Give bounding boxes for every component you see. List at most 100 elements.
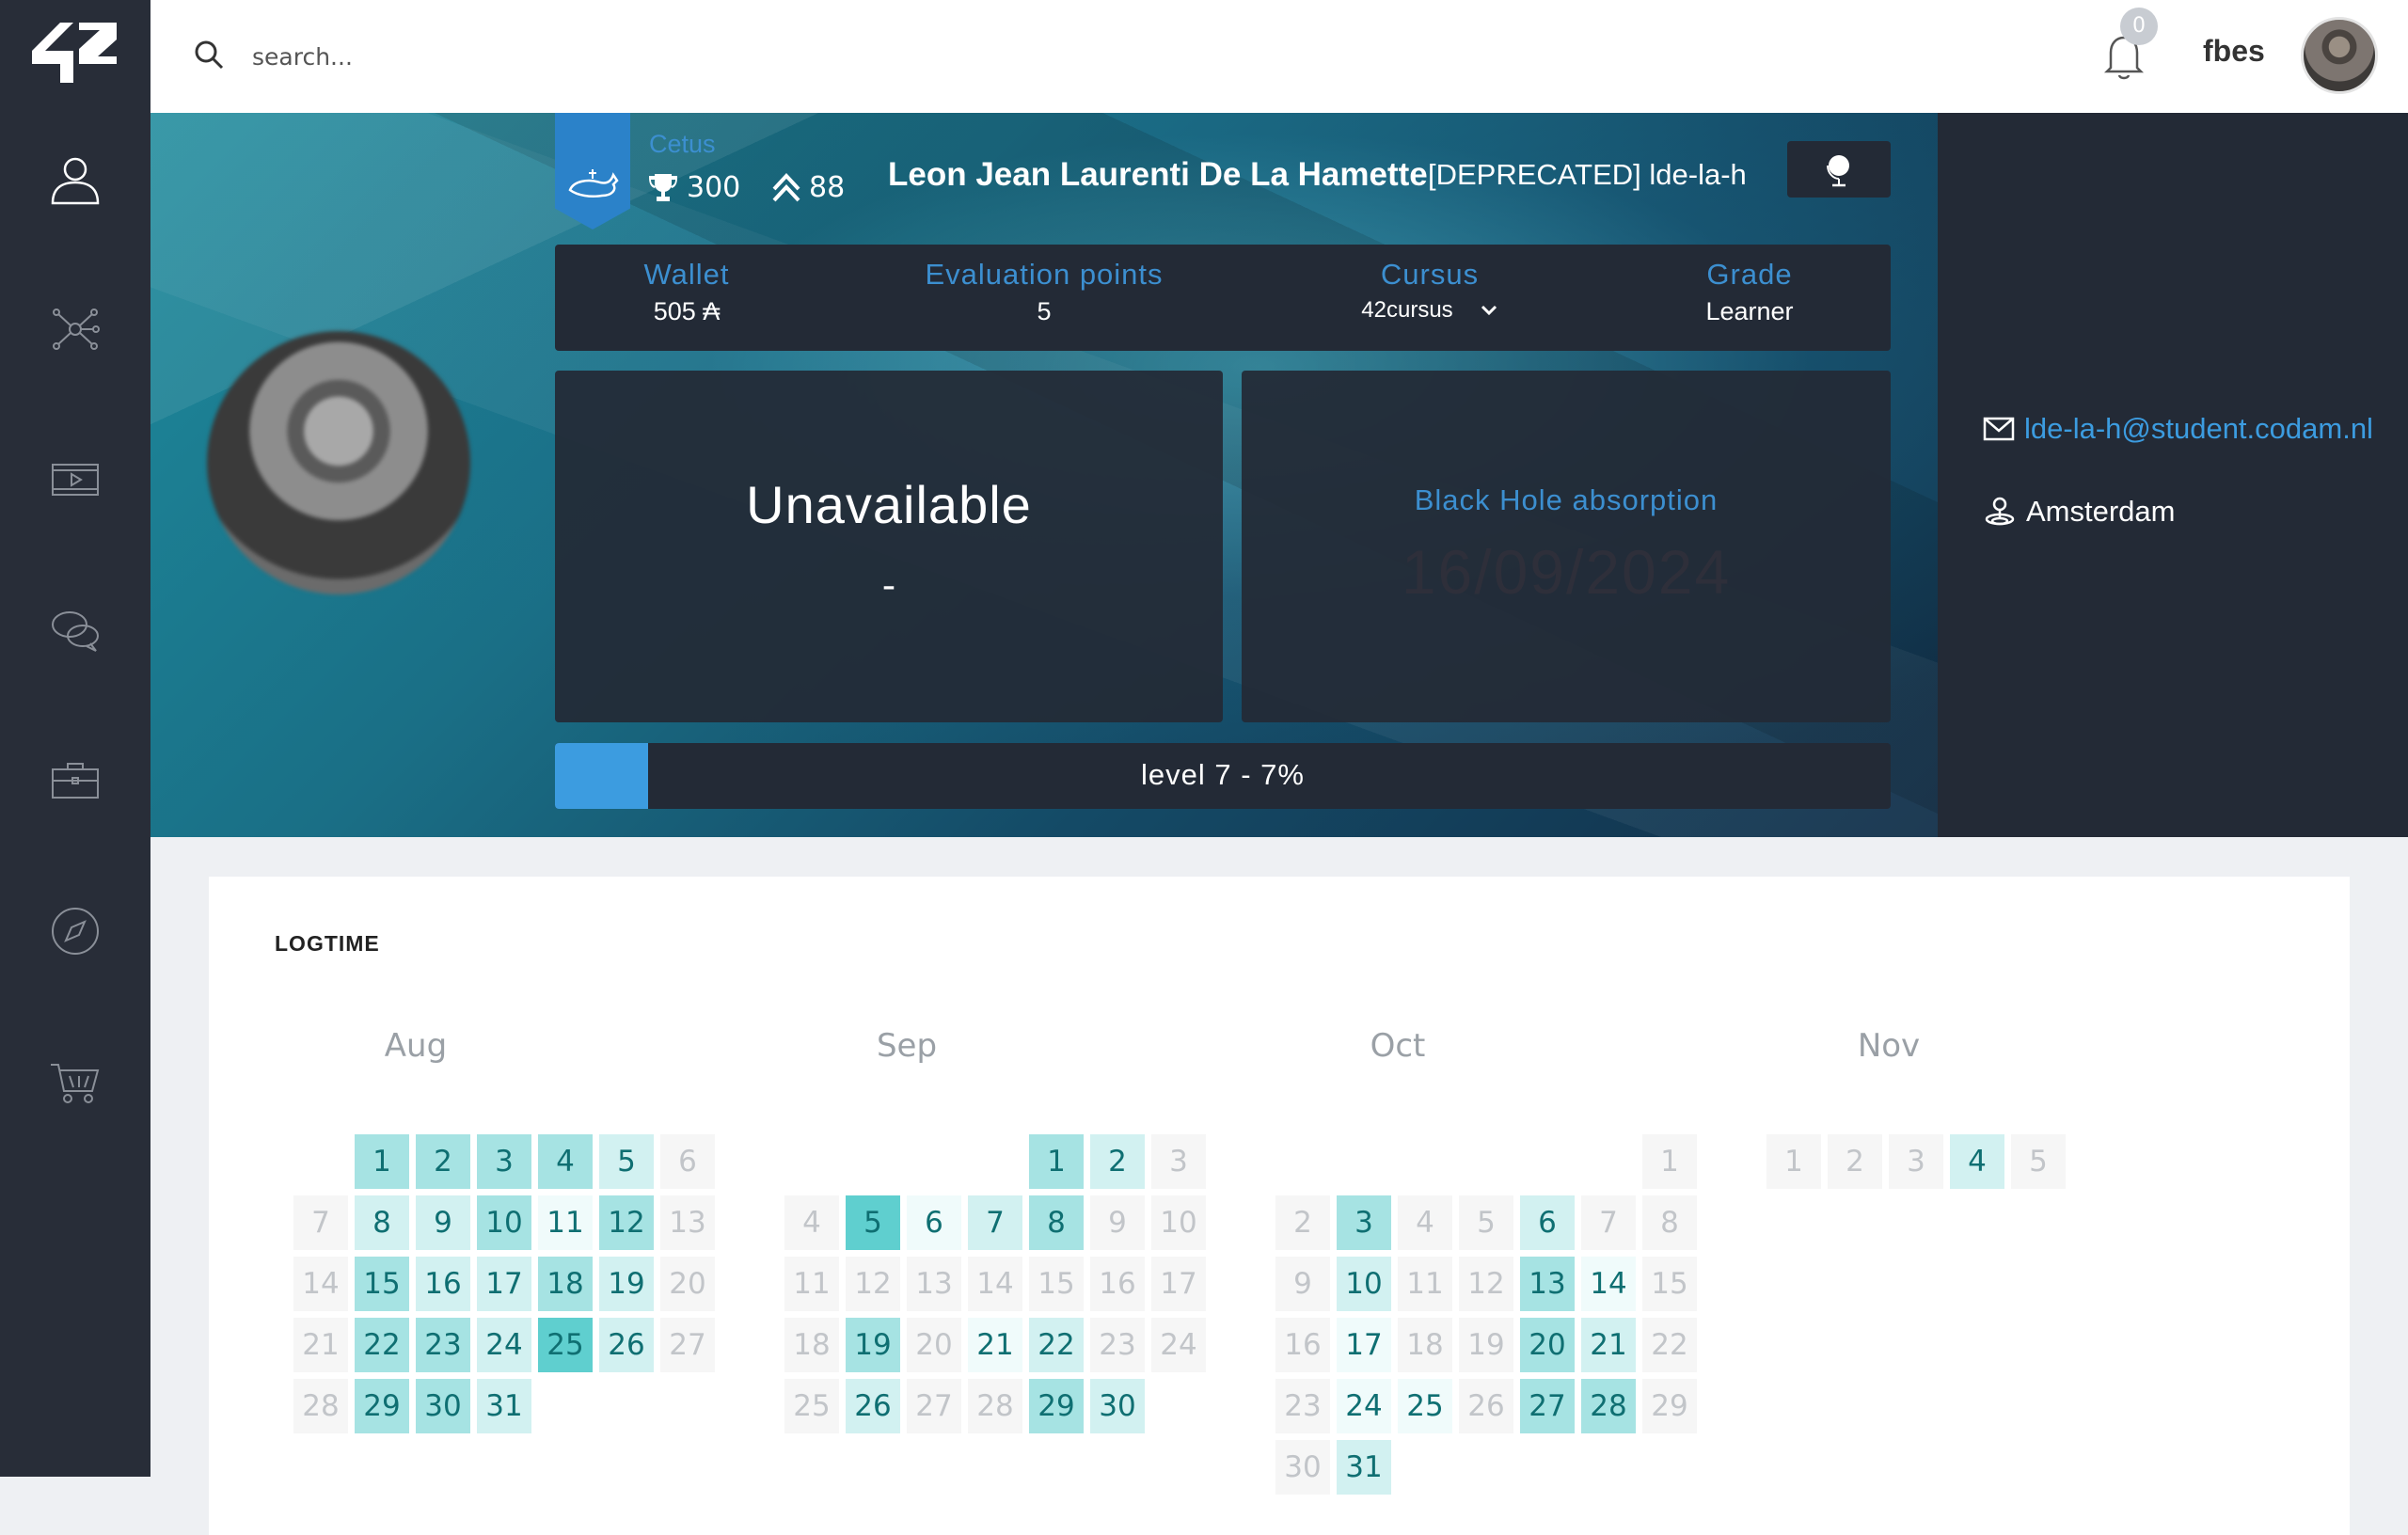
logtime-day[interactable]: 3 — [1889, 1134, 1943, 1189]
logtime-day[interactable]: 21 — [293, 1318, 348, 1372]
logtime-day[interactable]: 10 — [1337, 1257, 1391, 1311]
logtime-day[interactable]: 9 — [416, 1195, 470, 1250]
logtime-day[interactable]: 16 — [1275, 1318, 1330, 1372]
logtime-day[interactable]: 13 — [660, 1195, 715, 1250]
cursus-stat[interactable]: Cursus 42cursus — [1336, 258, 1524, 324]
logtime-day[interactable]: 7 — [1581, 1195, 1636, 1250]
logtime-day[interactable]: 15 — [1642, 1257, 1697, 1311]
logtime-day[interactable]: 12 — [846, 1257, 900, 1311]
logtime-day[interactable]: 15 — [355, 1257, 409, 1311]
logtime-day[interactable]: 23 — [1090, 1318, 1145, 1372]
logtime-day[interactable]: 1 — [1029, 1134, 1084, 1189]
logtime-day[interactable]: 25 — [784, 1379, 839, 1433]
logtime-day[interactable]: 21 — [1581, 1318, 1636, 1372]
briefcase-icon[interactable] — [47, 752, 103, 809]
avatar[interactable] — [2301, 17, 2378, 94]
logtime-day[interactable]: 1 — [1766, 1134, 1821, 1189]
cursus-select[interactable]: 42cursus — [1336, 297, 1524, 324]
logtime-day[interactable]: 20 — [1520, 1318, 1575, 1372]
logtime-day[interactable]: 11 — [784, 1257, 839, 1311]
logtime-day[interactable]: 10 — [477, 1195, 531, 1250]
logtime-day[interactable]: 9 — [1090, 1195, 1145, 1250]
logtime-day[interactable]: 12 — [1459, 1257, 1513, 1311]
cart-icon[interactable] — [47, 1053, 103, 1110]
logtime-day[interactable]: 25 — [538, 1318, 593, 1372]
logtime-day[interactable]: 31 — [1337, 1440, 1391, 1495]
logtime-day[interactable]: 11 — [538, 1195, 593, 1250]
logtime-day[interactable]: 21 — [968, 1318, 1022, 1372]
logtime-day[interactable]: 5 — [599, 1134, 654, 1189]
search-input[interactable] — [252, 36, 722, 77]
logtime-day[interactable]: 19 — [846, 1318, 900, 1372]
logtime-day[interactable]: 17 — [477, 1257, 531, 1311]
logtime-day[interactable]: 2 — [1275, 1195, 1330, 1250]
logtime-day[interactable]: 25 — [1398, 1379, 1452, 1433]
logtime-day[interactable]: 4 — [784, 1195, 839, 1250]
logtime-day[interactable]: 12 — [599, 1195, 654, 1250]
logtime-day[interactable]: 1 — [1642, 1134, 1697, 1189]
chat-icon[interactable] — [47, 602, 103, 658]
username[interactable]: fbes — [2203, 34, 2265, 69]
compass-icon[interactable] — [47, 903, 103, 959]
logtime-day[interactable]: 22 — [1029, 1318, 1084, 1372]
logtime-day[interactable]: 28 — [293, 1379, 348, 1433]
logtime-day[interactable]: 29 — [1029, 1379, 1084, 1433]
logtime-day[interactable]: 14 — [293, 1257, 348, 1311]
logtime-day[interactable]: 6 — [907, 1195, 961, 1250]
search-icon[interactable] — [192, 38, 226, 71]
logtime-day[interactable]: 17 — [1337, 1318, 1391, 1372]
logtime-day[interactable]: 2 — [1090, 1134, 1145, 1189]
logtime-day[interactable]: 22 — [1642, 1318, 1697, 1372]
logtime-day[interactable]: 16 — [416, 1257, 470, 1311]
coalition-flag[interactable] — [555, 113, 630, 229]
logtime-day[interactable]: 30 — [1275, 1440, 1330, 1495]
logtime-day[interactable]: 7 — [968, 1195, 1022, 1250]
logtime-day[interactable]: 15 — [1029, 1257, 1084, 1311]
logtime-day[interactable]: 31 — [477, 1379, 531, 1433]
logtime-day[interactable]: 29 — [1642, 1379, 1697, 1433]
email-text[interactable]: lde-la-h@student.codam.nl — [2024, 412, 2373, 446]
logtime-day[interactable]: 4 — [538, 1134, 593, 1189]
video-icon[interactable] — [47, 451, 103, 508]
logtime-day[interactable]: 14 — [1581, 1257, 1636, 1311]
logtime-day[interactable]: 13 — [1520, 1257, 1575, 1311]
logtime-day[interactable]: 30 — [1090, 1379, 1145, 1433]
logtime-day[interactable]: 5 — [1459, 1195, 1513, 1250]
logtime-day[interactable]: 19 — [599, 1257, 654, 1311]
logtime-day[interactable]: 24 — [1337, 1379, 1391, 1433]
logtime-day[interactable]: 16 — [1090, 1257, 1145, 1311]
logtime-day[interactable]: 27 — [907, 1379, 961, 1433]
logtime-day[interactable]: 8 — [1642, 1195, 1697, 1250]
logtime-day[interactable]: 26 — [846, 1379, 900, 1433]
logtime-day[interactable]: 28 — [1581, 1379, 1636, 1433]
logtime-day[interactable]: 13 — [907, 1257, 961, 1311]
email-link[interactable]: lde-la-h@student.codam.nl — [1983, 412, 2373, 446]
logtime-day[interactable]: 18 — [784, 1318, 839, 1372]
logtime-day[interactable]: 3 — [1151, 1134, 1206, 1189]
logtime-day[interactable]: 7 — [293, 1195, 348, 1250]
logtime-day[interactable]: 27 — [660, 1318, 715, 1372]
logtime-day[interactable]: 2 — [416, 1134, 470, 1189]
logtime-day[interactable]: 18 — [538, 1257, 593, 1311]
logtime-day[interactable]: 23 — [1275, 1379, 1330, 1433]
logtime-day[interactable]: 2 — [1828, 1134, 1882, 1189]
network-icon[interactable] — [47, 301, 103, 357]
logtime-day[interactable]: 24 — [1151, 1318, 1206, 1372]
globe-button[interactable] — [1787, 141, 1891, 198]
logtime-day[interactable]: 4 — [1950, 1134, 2004, 1189]
logtime-day[interactable]: 18 — [1398, 1318, 1452, 1372]
logtime-day[interactable]: 24 — [477, 1318, 531, 1372]
logtime-day[interactable]: 9 — [1275, 1257, 1330, 1311]
logtime-day[interactable]: 4 — [1398, 1195, 1452, 1250]
logtime-day[interactable]: 11 — [1398, 1257, 1452, 1311]
user-icon[interactable] — [47, 150, 103, 207]
logtime-day[interactable]: 28 — [968, 1379, 1022, 1433]
logtime-day[interactable]: 26 — [599, 1318, 654, 1372]
logtime-day[interactable]: 19 — [1459, 1318, 1513, 1372]
logtime-day[interactable]: 10 — [1151, 1195, 1206, 1250]
logtime-day[interactable]: 5 — [2011, 1134, 2066, 1189]
logtime-day[interactable]: 29 — [355, 1379, 409, 1433]
logtime-day[interactable]: 8 — [1029, 1195, 1084, 1250]
logtime-day[interactable]: 14 — [968, 1257, 1022, 1311]
logtime-day[interactable]: 5 — [846, 1195, 900, 1250]
